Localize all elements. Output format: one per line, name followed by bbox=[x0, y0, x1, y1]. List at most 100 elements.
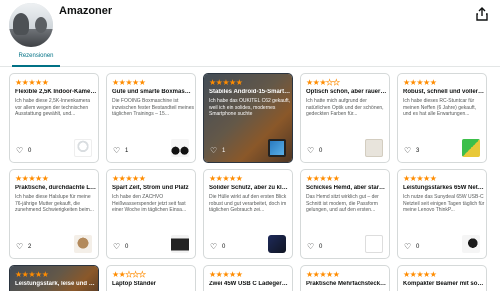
star-icon: ★ bbox=[112, 78, 119, 87]
review-card[interactable]: ★★★★★ Kompakter Beamer mit solid... bbox=[397, 265, 487, 291]
review-card[interactable]: ★★★★★ Leistungsstark, leise und du... bbox=[9, 265, 99, 291]
star-icon: ★ bbox=[15, 174, 22, 183]
review-card[interactable]: ★★★★★ Robust, schnell und voller A... Ich … bbox=[397, 73, 487, 163]
review-card[interactable]: ★★★★★ Praktische Mehrfachsteckdo... bbox=[300, 265, 390, 291]
tab-reviews[interactable]: Rezensionen bbox=[12, 53, 60, 67]
review-title: Schickes Hemd, aber stark s... bbox=[306, 185, 388, 191]
review-body: Ich habe diese 2,5K-Innenkamera vor alle… bbox=[15, 98, 91, 117]
star-icon: ★ bbox=[41, 78, 49, 87]
review-body: Die FOOING Boxmaschine ist inzwischen fe… bbox=[112, 98, 194, 117]
like-count: 1 bbox=[125, 148, 129, 154]
star-icon: ★ bbox=[229, 174, 236, 183]
review-card[interactable]: ★★★★★ Schickes Hemd, aber stark s... Das H… bbox=[300, 169, 390, 259]
heart-icon[interactable]: ♡ bbox=[16, 147, 23, 155]
star-icon: ★ bbox=[112, 270, 119, 279]
tab-bar: Rezensionen bbox=[0, 50, 500, 67]
product-thumbnail[interactable] bbox=[74, 139, 92, 157]
heart-icon[interactable]: ♡ bbox=[404, 243, 411, 251]
review-body: Ich hatte mich aufgrund der natürlichen … bbox=[306, 98, 384, 117]
star-rating: ★★★★★ bbox=[403, 78, 437, 87]
review-card[interactable]: ★★★★★ Solider Schutz, aber zu klob... Die … bbox=[203, 169, 293, 259]
star-icon: ★ bbox=[28, 78, 36, 87]
heart-icon[interactable]: ♡ bbox=[113, 147, 120, 155]
star-icon: ★ bbox=[332, 174, 340, 183]
star-icon: ★ bbox=[416, 174, 424, 183]
star-icon: ★ bbox=[125, 174, 133, 183]
heart-icon[interactable]: ♡ bbox=[113, 243, 120, 251]
review-card[interactable]: ★★★★★ Spart Zeit, Strom und Platz Ich habe… bbox=[106, 169, 196, 259]
star-icon: ★ bbox=[423, 174, 430, 183]
product-thumbnail[interactable] bbox=[268, 235, 286, 253]
like-count: 2 bbox=[28, 244, 32, 250]
star-icon: ★ bbox=[222, 174, 230, 183]
star-icon: ★ bbox=[319, 78, 327, 87]
review-title: Spart Zeit, Strom und Platz bbox=[112, 185, 189, 191]
tab-reviews-label: Rezensionen bbox=[18, 53, 54, 59]
review-card[interactable]: ★★★★★ Praktische, durchdachte Lup... Ich h… bbox=[9, 169, 99, 259]
star-icon: ★ bbox=[416, 270, 424, 279]
star-rating: ★★★★★ bbox=[403, 270, 437, 279]
like-count: 0 bbox=[416, 244, 420, 250]
review-title: Leistungsstarkes 65W Netzt... bbox=[403, 185, 485, 191]
star-rating: ★★★★★ bbox=[209, 174, 243, 183]
star-rating: ★★★★★ bbox=[209, 78, 243, 87]
star-icon: ★ bbox=[132, 174, 139, 183]
star-icon: ★ bbox=[222, 78, 230, 87]
product-thumbnail[interactable] bbox=[171, 139, 189, 157]
star-icon: ★ bbox=[326, 174, 333, 183]
heart-icon[interactable]: ♡ bbox=[16, 243, 23, 251]
star-rating: ★★★★★ bbox=[306, 78, 340, 87]
star-icon: ★ bbox=[125, 78, 133, 87]
star-icon: ★ bbox=[403, 270, 410, 279]
store-avatar[interactable] bbox=[9, 3, 53, 47]
review-title: Zwei 45W USB C Ladegerät ... bbox=[209, 281, 291, 287]
product-thumbnail[interactable] bbox=[171, 235, 189, 253]
star-icon: ★ bbox=[35, 78, 42, 87]
heart-icon[interactable]: ♡ bbox=[210, 243, 217, 251]
review-card[interactable]: ★★★★★ Zwei 45W USB C Ladegerät ... bbox=[203, 265, 293, 291]
review-card[interactable]: ★★★★★ Gute und smarte Boxmaschi... Die FOO… bbox=[106, 73, 196, 163]
star-icon: ★ bbox=[235, 78, 243, 87]
star-icon: ★ bbox=[41, 174, 49, 183]
product-thumbnail[interactable] bbox=[365, 139, 383, 157]
star-icon: ★ bbox=[326, 270, 333, 279]
heart-icon[interactable]: ♡ bbox=[404, 147, 411, 155]
star-rating: ★★★★★ bbox=[306, 270, 340, 279]
review-card[interactable]: ★★★★★ Stabiles Android-15-Smartp... Ich ha… bbox=[203, 73, 293, 163]
product-thumbnail[interactable] bbox=[268, 139, 286, 157]
star-icon: ★ bbox=[306, 270, 313, 279]
review-card[interactable]: ★★★★★ Laptop Ständer bbox=[106, 265, 196, 291]
star-icon: ★ bbox=[35, 270, 42, 279]
review-card[interactable]: ★★★★★ Flexible 2,5K Indoor-Kamer... Ich ha… bbox=[9, 73, 99, 163]
star-icon: ★ bbox=[235, 270, 243, 279]
star-empty-icon: ★ bbox=[332, 78, 340, 87]
product-thumbnail[interactable] bbox=[462, 139, 480, 157]
review-title: Gute und smarte Boxmaschi... bbox=[112, 89, 194, 95]
star-rating: ★★★★★ bbox=[403, 174, 437, 183]
product-thumbnail[interactable] bbox=[365, 235, 383, 253]
review-body: Die Hülle wirkt auf den ersten Blick rob… bbox=[209, 194, 287, 213]
heart-icon[interactable]: ♡ bbox=[307, 243, 314, 251]
star-icon: ★ bbox=[306, 78, 313, 87]
product-thumbnail[interactable] bbox=[462, 235, 480, 253]
star-icon: ★ bbox=[235, 174, 243, 183]
star-icon: ★ bbox=[28, 270, 36, 279]
like-count: 3 bbox=[416, 148, 420, 154]
review-title: Leistungsstark, leise und du... bbox=[15, 281, 97, 287]
review-card[interactable]: ★★★★★ Optisch schön, aber rauer St... Ich … bbox=[300, 73, 390, 163]
share-icon[interactable] bbox=[474, 6, 490, 22]
star-icon: ★ bbox=[209, 270, 216, 279]
review-title: Praktische Mehrfachsteckdo... bbox=[306, 281, 388, 287]
product-thumbnail[interactable] bbox=[74, 235, 92, 253]
store-name: Amazoner bbox=[59, 5, 113, 17]
review-title: Stabiles Android-15-Smartp... bbox=[209, 89, 291, 95]
star-icon: ★ bbox=[416, 78, 424, 87]
review-body: Ich nutze das Sunydeal 65W USB-C Netztei… bbox=[403, 194, 485, 213]
review-card[interactable]: ★★★★★ Leistungsstarkes 65W Netzt... Ich nu… bbox=[397, 169, 487, 259]
star-icon: ★ bbox=[229, 78, 236, 87]
star-empty-icon: ★ bbox=[326, 78, 334, 87]
heart-icon[interactable]: ♡ bbox=[307, 147, 314, 155]
star-icon: ★ bbox=[209, 78, 216, 87]
star-icon: ★ bbox=[28, 174, 36, 183]
heart-icon[interactable]: ♡ bbox=[210, 147, 217, 155]
